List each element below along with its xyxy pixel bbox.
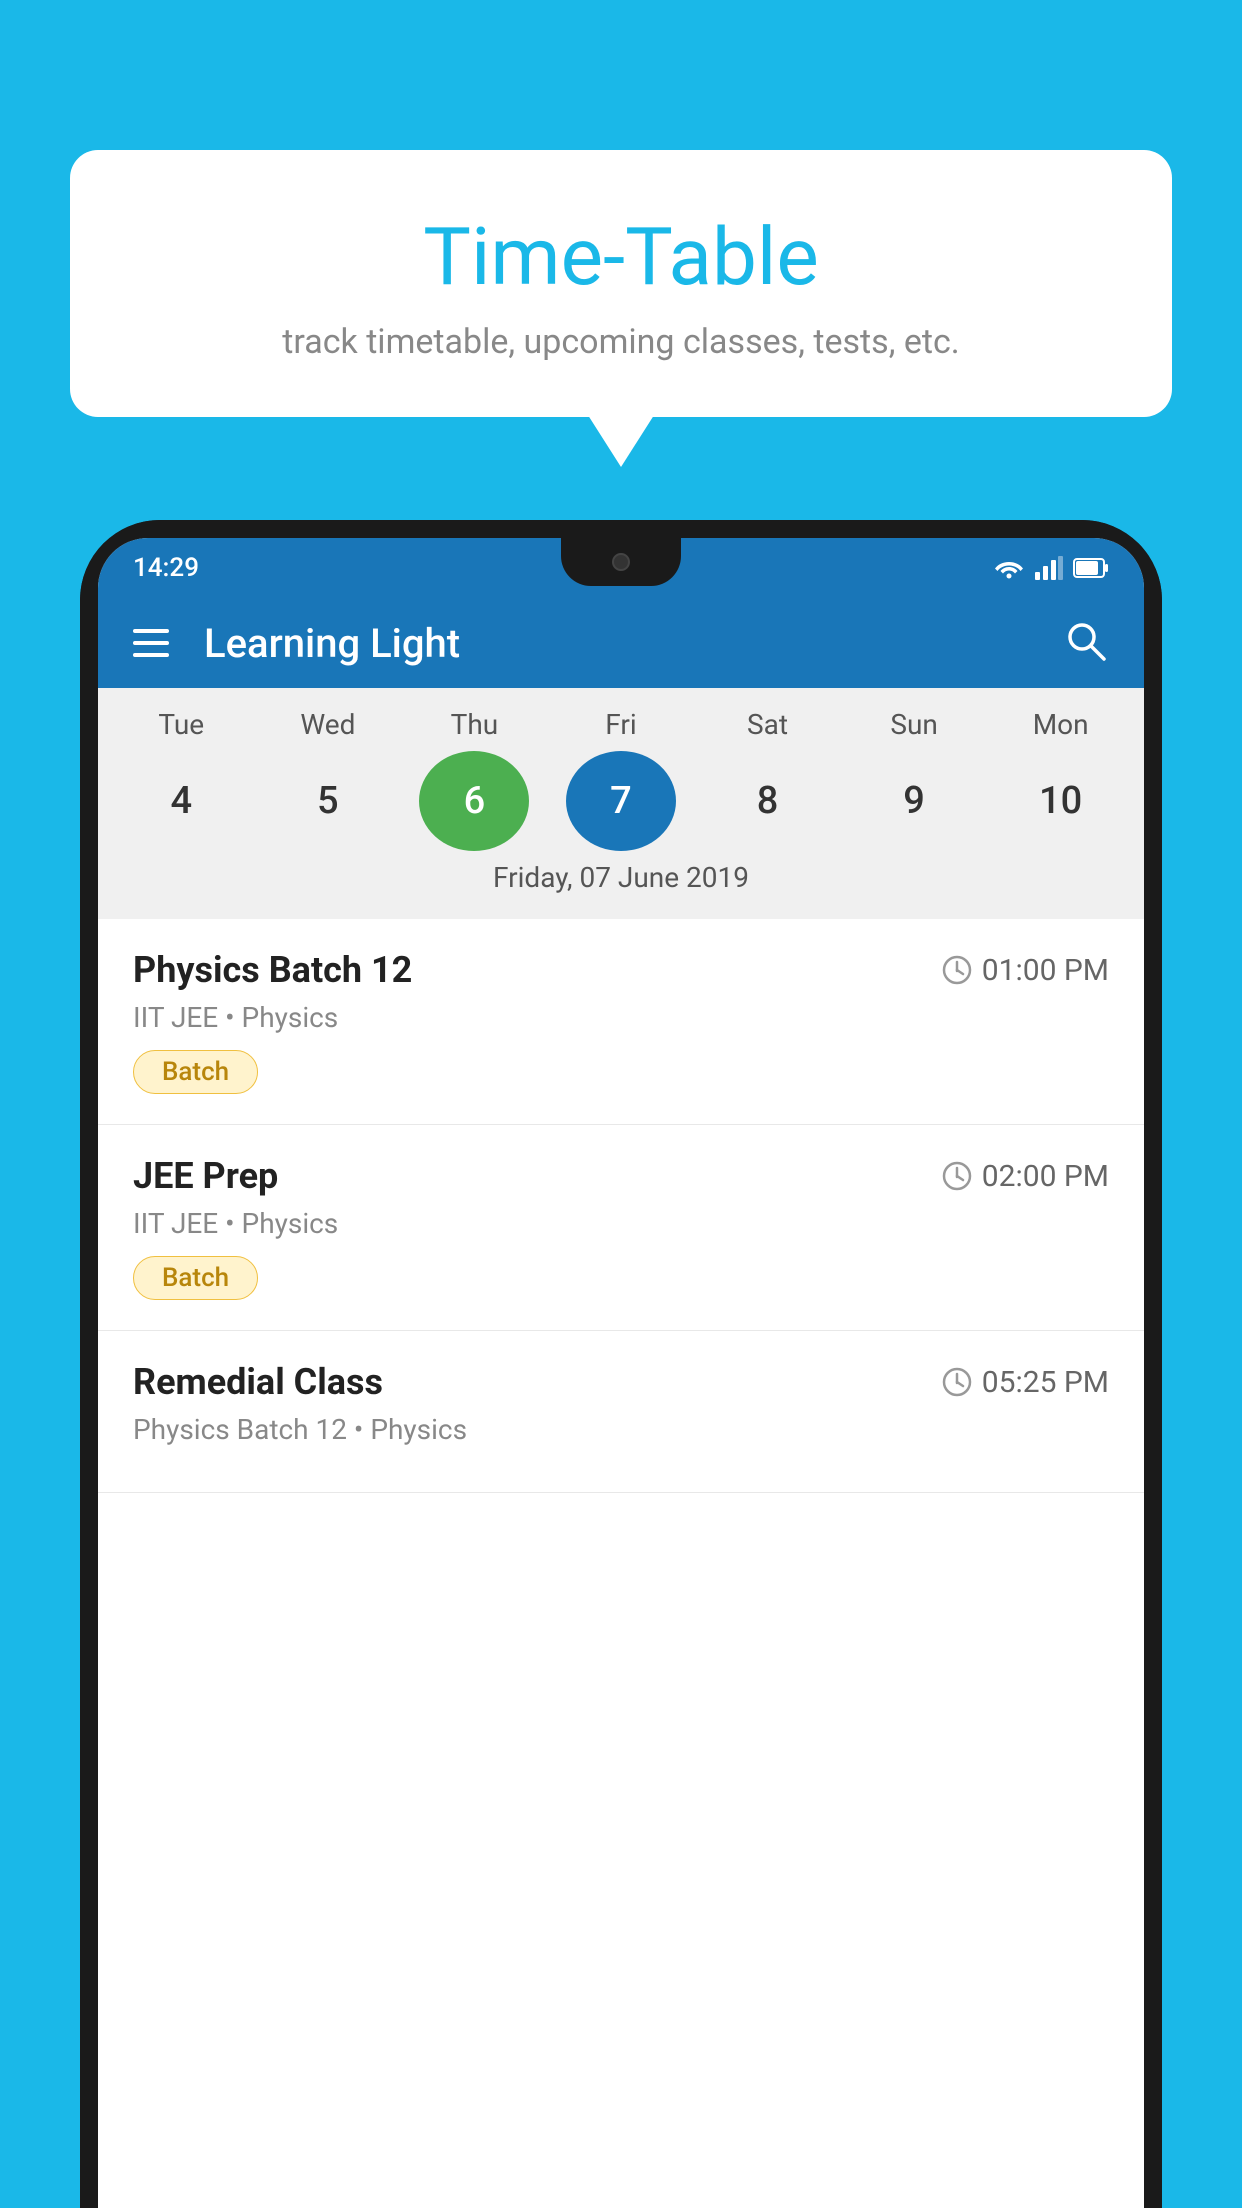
- schedule-item-1-title: Physics Batch 12: [133, 949, 412, 991]
- schedule-item-3-header: Remedial Class 05:25 PM: [133, 1361, 1109, 1403]
- schedule-item-1-time: 01:00 PM: [942, 953, 1109, 988]
- hamburger-menu-button[interactable]: [133, 629, 169, 657]
- date-10[interactable]: 10: [1006, 751, 1116, 851]
- schedule-item-1[interactable]: Physics Batch 12 01:00 PM IIT JEE • Phys…: [98, 919, 1144, 1125]
- schedule-item-3[interactable]: Remedial Class 05:25 PM Physics Batch 12…: [98, 1331, 1144, 1493]
- days-row: Tue Wed Thu Fri Sat Sun Mon: [98, 708, 1144, 741]
- speech-bubble: Time-Table track timetable, upcoming cla…: [70, 150, 1172, 417]
- schedule-item-1-badge: Batch: [133, 1050, 258, 1094]
- phone-inner: 14:29: [80, 520, 1162, 2208]
- app-header: Learning Light: [98, 598, 1144, 688]
- search-icon: [1064, 619, 1109, 664]
- phone-screen: 14:29: [98, 538, 1144, 2208]
- day-thu: Thu: [419, 708, 529, 741]
- bubble-title: Time-Table: [130, 210, 1112, 304]
- clock-icon-1: [942, 955, 972, 985]
- search-button[interactable]: [1064, 619, 1109, 668]
- date-4[interactable]: 4: [126, 751, 236, 851]
- schedule-item-3-time: 05:25 PM: [942, 1365, 1109, 1400]
- status-bar: 14:29: [98, 538, 1144, 598]
- clock-icon-2: [942, 1161, 972, 1191]
- bubble-subtitle: track timetable, upcoming classes, tests…: [130, 322, 1112, 362]
- schedule-item-3-subtitle: Physics Batch 12 • Physics: [133, 1413, 1109, 1446]
- date-7-selected[interactable]: 7: [566, 751, 676, 851]
- day-sat: Sat: [713, 708, 823, 741]
- schedule-item-2[interactable]: JEE Prep 02:00 PM IIT JEE • Physics Batc…: [98, 1125, 1144, 1331]
- date-9[interactable]: 9: [859, 751, 969, 851]
- date-5[interactable]: 5: [273, 751, 383, 851]
- date-6-today[interactable]: 6: [419, 751, 529, 851]
- schedule-item-2-header: JEE Prep 02:00 PM: [133, 1155, 1109, 1197]
- day-mon: Mon: [1006, 708, 1116, 741]
- camera-dot: [612, 553, 630, 571]
- day-wed: Wed: [273, 708, 383, 741]
- battery-icon: [1073, 557, 1109, 579]
- clock-icon-3: [942, 1367, 972, 1397]
- status-icons: [993, 556, 1109, 580]
- app-title: Learning Light: [204, 620, 1064, 667]
- wifi-icon: [993, 556, 1025, 580]
- phone-notch: [561, 538, 681, 586]
- schedule-item-2-subtitle: IIT JEE • Physics: [133, 1207, 1109, 1240]
- schedule-item-2-badge: Batch: [133, 1256, 258, 1300]
- schedule-item-2-time: 02:00 PM: [942, 1159, 1109, 1194]
- dates-row: 4 5 6 7 8 9 10: [98, 751, 1144, 851]
- date-8[interactable]: 8: [713, 751, 823, 851]
- day-fri: Fri: [566, 708, 676, 741]
- day-tue: Tue: [126, 708, 236, 741]
- signal-icon: [1035, 556, 1063, 580]
- schedule-item-1-header: Physics Batch 12 01:00 PM: [133, 949, 1109, 991]
- schedule-item-2-title: JEE Prep: [133, 1155, 278, 1197]
- speech-bubble-container: Time-Table track timetable, upcoming cla…: [70, 150, 1172, 417]
- schedule-item-1-subtitle: IIT JEE • Physics: [133, 1001, 1109, 1034]
- schedule-item-3-title: Remedial Class: [133, 1361, 383, 1403]
- day-sun: Sun: [859, 708, 969, 741]
- calendar-strip: Tue Wed Thu Fri Sat Sun Mon 4 5 6 7 8 9 …: [98, 688, 1144, 919]
- selected-date-label: Friday, 07 June 2019: [98, 851, 1144, 909]
- schedule-list: Physics Batch 12 01:00 PM IIT JEE • Phys…: [98, 919, 1144, 1493]
- phone-frame: 14:29: [80, 520, 1162, 2208]
- status-time: 14:29: [133, 553, 199, 583]
